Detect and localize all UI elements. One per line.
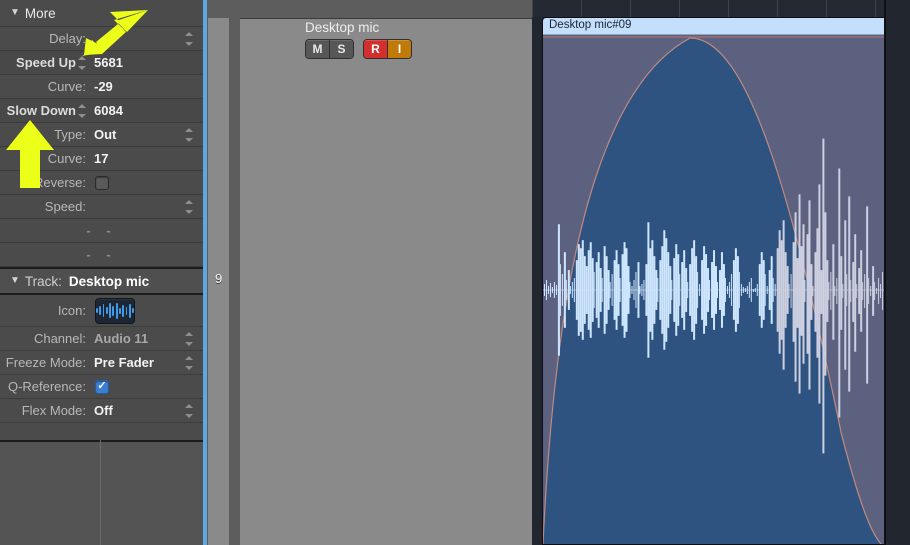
solo-button[interactable]: S	[329, 40, 353, 58]
inspector-panel: ▼ More Delay: Speed Up 5681 Curve: -29 S…	[0, 0, 203, 545]
inspector-label-speed: Speed:	[0, 199, 92, 214]
stepper-delay-icon[interactable]	[184, 31, 195, 47]
track-header-panel[interactable]: Desktop mic M S R I L R	[240, 0, 532, 545]
stepper-flex-mode-icon[interactable]	[184, 403, 195, 419]
inspector-value-blank-1: - -	[0, 223, 203, 238]
inspector-row-reverse[interactable]: Reverse:	[0, 171, 203, 195]
record-input-group: R I	[363, 39, 412, 59]
inspector-label-reverse: Reverse:	[0, 175, 92, 190]
inspector-label-delay: Delay:	[0, 31, 92, 46]
waveform-svg	[543, 35, 893, 544]
inspector-row-icon[interactable]: Icon:	[0, 295, 203, 327]
inspector-value-slow-down[interactable]: 6084	[92, 103, 123, 118]
inspector-row-freeze-mode[interactable]: Freeze Mode: Pre Fader	[0, 351, 203, 375]
inspector-row-channel[interactable]: Channel: Audio 11	[0, 327, 203, 351]
inspector-row-type[interactable]: Type: Out	[0, 123, 203, 147]
track-section-title: Track:	[25, 274, 62, 289]
inspector-label-speed-up: Speed Up	[16, 55, 76, 70]
track-number-label: 9	[215, 271, 222, 286]
more-section-title: More	[25, 6, 56, 21]
record-enable-button[interactable]: R	[364, 40, 387, 58]
inspector-label-wrap-slow-down: Slow Down	[0, 103, 92, 119]
stepper-speed-icon[interactable]	[184, 199, 195, 215]
stepper-freeze-mode-icon[interactable]	[184, 355, 195, 371]
inspector-bottom-column-divider	[100, 440, 101, 545]
inspector-bottom-divider	[0, 440, 203, 442]
inspector-row-curve-out[interactable]: Curve: 17	[0, 147, 203, 171]
mute-button[interactable]: M	[306, 40, 329, 58]
track-button-row: M S R I	[305, 39, 412, 59]
audio-region-name: Desktop mic#09	[549, 19, 631, 31]
inspector-label-curve-out: Curve:	[0, 151, 92, 166]
audio-region-waveform[interactable]	[543, 35, 893, 544]
track-section-name: Desktop mic	[69, 274, 149, 289]
inspector-row-speed[interactable]: Speed:	[0, 195, 203, 219]
inspector-row-blank-1[interactable]: - -	[0, 219, 203, 243]
stepper-slow-down-icon[interactable]	[77, 103, 88, 119]
inspector-row-delay[interactable]: Delay:	[0, 27, 203, 51]
arrange-area[interactable]: Desktop mic#09	[532, 0, 910, 545]
inspector-label-channel: Channel:	[0, 331, 92, 346]
inspector-empty-area	[0, 440, 203, 545]
timeline-ruler[interactable]	[532, 0, 910, 18]
inspector-value-curve-out[interactable]: 17	[92, 151, 108, 166]
inspector-row-slow-down[interactable]: Slow Down 6084	[0, 99, 203, 123]
inspector-value-blank-2: - -	[0, 247, 203, 262]
right-gutter	[884, 0, 910, 545]
track-header-name[interactable]: Desktop mic	[305, 20, 379, 35]
more-section-header[interactable]: ▼ More	[0, 0, 203, 27]
mute-solo-group: M S	[305, 39, 354, 59]
track-header-top-bar	[240, 0, 532, 19]
chevron-down-track-icon: ▼	[10, 276, 20, 286]
inspector-label-flex-mode: Flex Mode:	[0, 403, 92, 418]
inspector-value-type[interactable]: Out	[92, 127, 116, 142]
audio-region-title-bar[interactable]: Desktop mic#09	[543, 18, 893, 35]
inspector-row-speed-up[interactable]: Speed Up 5681	[0, 51, 203, 75]
track-icon-button[interactable]	[95, 298, 135, 324]
inspector-label-icon: Icon:	[0, 303, 92, 318]
inspector-row-q-reference[interactable]: Q-Reference:	[0, 375, 203, 399]
inspector-row-curve-in[interactable]: Curve: -29	[0, 75, 203, 99]
track-section-header[interactable]: ▼ Track: Desktop mic	[0, 267, 203, 295]
q-reference-checkbox[interactable]	[95, 380, 109, 394]
inspector-label-curve-in: Curve:	[0, 79, 92, 94]
track-number-right-edge	[229, 18, 240, 545]
inspector-value-freeze-mode[interactable]: Pre Fader	[92, 355, 154, 370]
chevron-down-icon: ▼	[10, 8, 20, 18]
input-monitoring-button[interactable]: I	[387, 40, 411, 58]
inspector-label-freeze-mode: Freeze Mode:	[0, 355, 92, 370]
audio-region[interactable]: Desktop mic#09	[542, 17, 894, 545]
inspector-value-flex-mode[interactable]: Off	[92, 403, 113, 418]
track-number-left-edge	[207, 0, 208, 545]
right-gutter-edge	[884, 0, 886, 545]
inspector-value-speed-up[interactable]: 5681	[92, 55, 123, 70]
inspector-label-type: Type:	[0, 127, 92, 142]
inspector-row-flex-mode[interactable]: Flex Mode: Off	[0, 399, 203, 423]
inspector-label-q-reference: Q-Reference:	[0, 379, 92, 394]
reverse-checkbox[interactable]	[95, 176, 109, 190]
inspector-label-wrap-speed-up: Speed Up	[0, 55, 92, 71]
logic-pro-window: ▼ More Delay: Speed Up 5681 Curve: -29 S…	[0, 0, 910, 545]
track-number-column: 9	[207, 0, 240, 545]
inspector-value-curve-in[interactable]: -29	[92, 79, 113, 94]
inspector-row-blank-2[interactable]: - -	[0, 243, 203, 267]
stepper-type-icon[interactable]	[184, 127, 195, 143]
track-number-column-header	[207, 0, 240, 18]
inspector-value-channel: Audio 11	[92, 331, 148, 346]
stepper-channel-icon[interactable]	[184, 331, 195, 347]
stepper-speed-up-icon[interactable]	[77, 55, 88, 71]
inspector-label-slow-down: Slow Down	[7, 103, 76, 118]
